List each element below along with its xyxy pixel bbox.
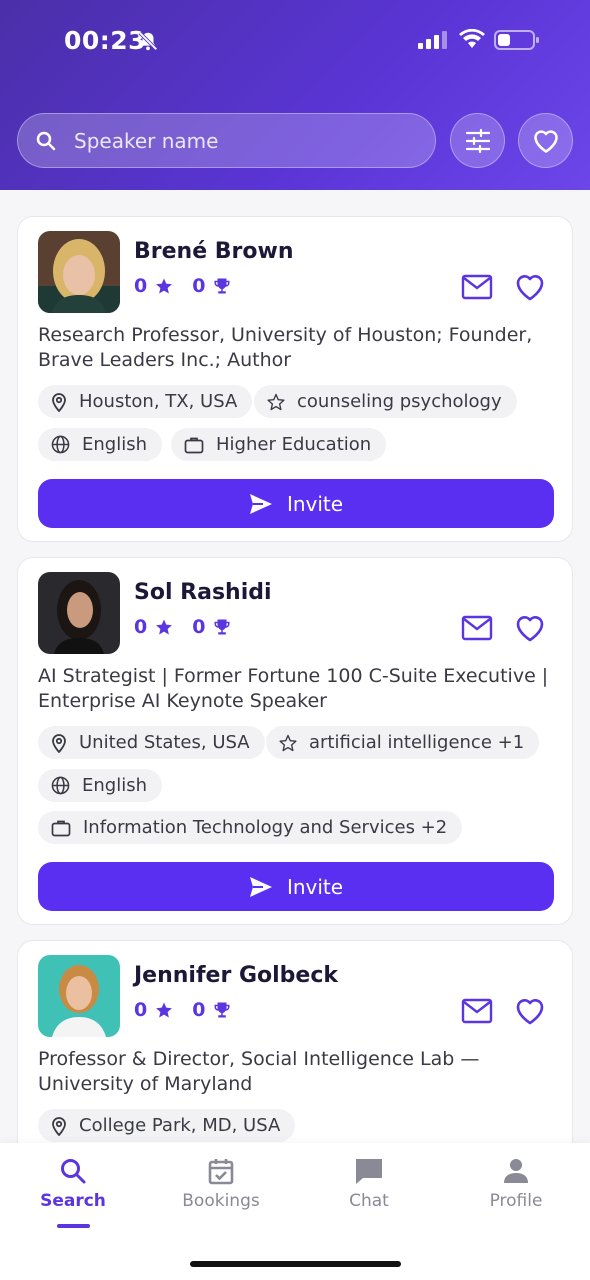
language-chip: English <box>38 769 162 802</box>
tab-label: Profile <box>489 1191 543 1211</box>
location-label: Houston, TX, USA <box>79 391 238 412</box>
trophy-icon <box>214 278 230 294</box>
topic-label: artificial intelligence +1 <box>309 732 525 753</box>
wifi-icon <box>459 29 485 48</box>
active-tab-indicator <box>57 1224 90 1228</box>
location-pin-icon <box>52 733 66 753</box>
search-bar[interactable] <box>17 113 436 168</box>
location-chip: United States, USA <box>38 726 265 759</box>
award-count: 0 <box>192 616 206 638</box>
speaker-stats: 0 0 <box>134 616 250 638</box>
speaker-description: Research Professor, University of Housto… <box>38 324 533 371</box>
briefcase-icon <box>51 820 71 836</box>
send-icon <box>249 876 272 897</box>
rating-count: 0 <box>134 616 148 638</box>
speaker-card[interactable]: Sol Rashidi 0 0 AI Strategist | Former F… <box>17 557 573 925</box>
speaker-card[interactable]: Brené Brown 0 0 Research Professor, Univ… <box>17 216 573 542</box>
language-label: English <box>82 434 147 455</box>
industry-label: Information Technology and Services +2 <box>83 817 448 838</box>
heart-icon[interactable] <box>514 613 546 643</box>
invite-label: Invite <box>286 491 344 516</box>
globe-icon <box>51 435 70 454</box>
search-icon <box>36 131 56 151</box>
header: 00:23 <box>0 0 590 190</box>
trophy-icon <box>214 1002 230 1018</box>
cellular-signal-icon <box>418 31 447 49</box>
tab-profile[interactable]: Profile <box>461 1157 571 1211</box>
location-label: United States, USA <box>79 732 250 753</box>
search-icon <box>61 1159 86 1184</box>
rating-count: 0 <box>134 275 148 297</box>
speaker-avatar <box>38 955 120 1037</box>
speaker-description: Professor & Director, Social Intelligenc… <box>38 1048 480 1095</box>
location-chip: College Park, MD, USA <box>38 1109 296 1142</box>
star-outline-icon <box>267 393 285 410</box>
invite-label: Invite <box>286 874 344 899</box>
speaker-search-input[interactable] <box>74 122 414 160</box>
filter-button[interactable] <box>450 113 505 168</box>
speaker-avatar <box>38 231 120 313</box>
topic-label: counseling psychology <box>297 391 502 412</box>
calendar-check-icon <box>208 1159 234 1185</box>
sliders-icon <box>465 128 490 153</box>
speaker-name: Brené Brown <box>134 239 294 264</box>
speaker-card[interactable]: Jennifer Golbeck 0 0 Professor & Directo… <box>17 940 573 1170</box>
briefcase-icon <box>184 437 204 453</box>
status-time: 00:23 <box>64 26 147 55</box>
tab-search[interactable]: Search <box>18 1157 128 1211</box>
tab-bookings[interactable]: Bookings <box>166 1157 276 1211</box>
bell-off-icon <box>138 31 158 51</box>
invite-button[interactable]: Invite <box>38 479 554 528</box>
home-indicator <box>190 1261 401 1267</box>
language-label: English <box>82 775 147 796</box>
location-pin-icon <box>52 392 66 412</box>
award-count: 0 <box>192 999 206 1021</box>
heart-icon[interactable] <box>514 996 546 1026</box>
topic-chip: counseling psychology <box>254 385 517 418</box>
favorites-button[interactable] <box>518 113 573 168</box>
send-icon <box>249 493 272 514</box>
bottom-tab-bar: Search Bookings Chat Profile <box>0 1143 590 1280</box>
speaker-stats: 0 0 <box>134 999 250 1021</box>
location-chip: Houston, TX, USA <box>38 385 253 418</box>
speaker-description: AI Strategist | Former Fortune 100 C-Sui… <box>38 665 549 712</box>
globe-icon <box>51 776 70 795</box>
star-icon <box>156 619 173 635</box>
language-chip: English <box>38 428 162 461</box>
award-count: 0 <box>192 275 206 297</box>
location-label: College Park, MD, USA <box>79 1115 281 1136</box>
tab-chat[interactable]: Chat <box>314 1157 424 1211</box>
tab-label: Search <box>40 1191 106 1211</box>
star-outline-icon <box>279 734 297 751</box>
heart-icon[interactable] <box>514 272 546 302</box>
location-pin-icon <box>52 1116 66 1136</box>
tab-label: Chat <box>349 1191 389 1211</box>
speaker-stats: 0 0 <box>134 275 250 297</box>
industry-chip: Information Technology and Services +2 <box>38 811 463 844</box>
star-icon <box>156 278 173 294</box>
rating-count: 0 <box>134 999 148 1021</box>
chat-icon <box>356 1159 382 1184</box>
mail-icon[interactable] <box>461 274 493 300</box>
star-icon <box>156 1002 173 1018</box>
topic-chip: artificial intelligence +1 <box>266 726 540 759</box>
speaker-avatar <box>38 572 120 654</box>
trophy-icon <box>214 619 230 635</box>
mail-icon[interactable] <box>461 615 493 641</box>
heart-icon <box>533 129 558 153</box>
speaker-name: Sol Rashidi <box>134 580 272 605</box>
mail-icon[interactable] <box>461 998 493 1024</box>
industry-chip: Higher Education <box>171 428 387 461</box>
industry-label: Higher Education <box>216 434 372 455</box>
battery-icon <box>494 30 539 50</box>
speaker-name: Jennifer Golbeck <box>134 963 339 988</box>
invite-button[interactable]: Invite <box>38 862 554 911</box>
person-icon <box>504 1159 528 1183</box>
tab-label: Bookings <box>182 1191 260 1211</box>
